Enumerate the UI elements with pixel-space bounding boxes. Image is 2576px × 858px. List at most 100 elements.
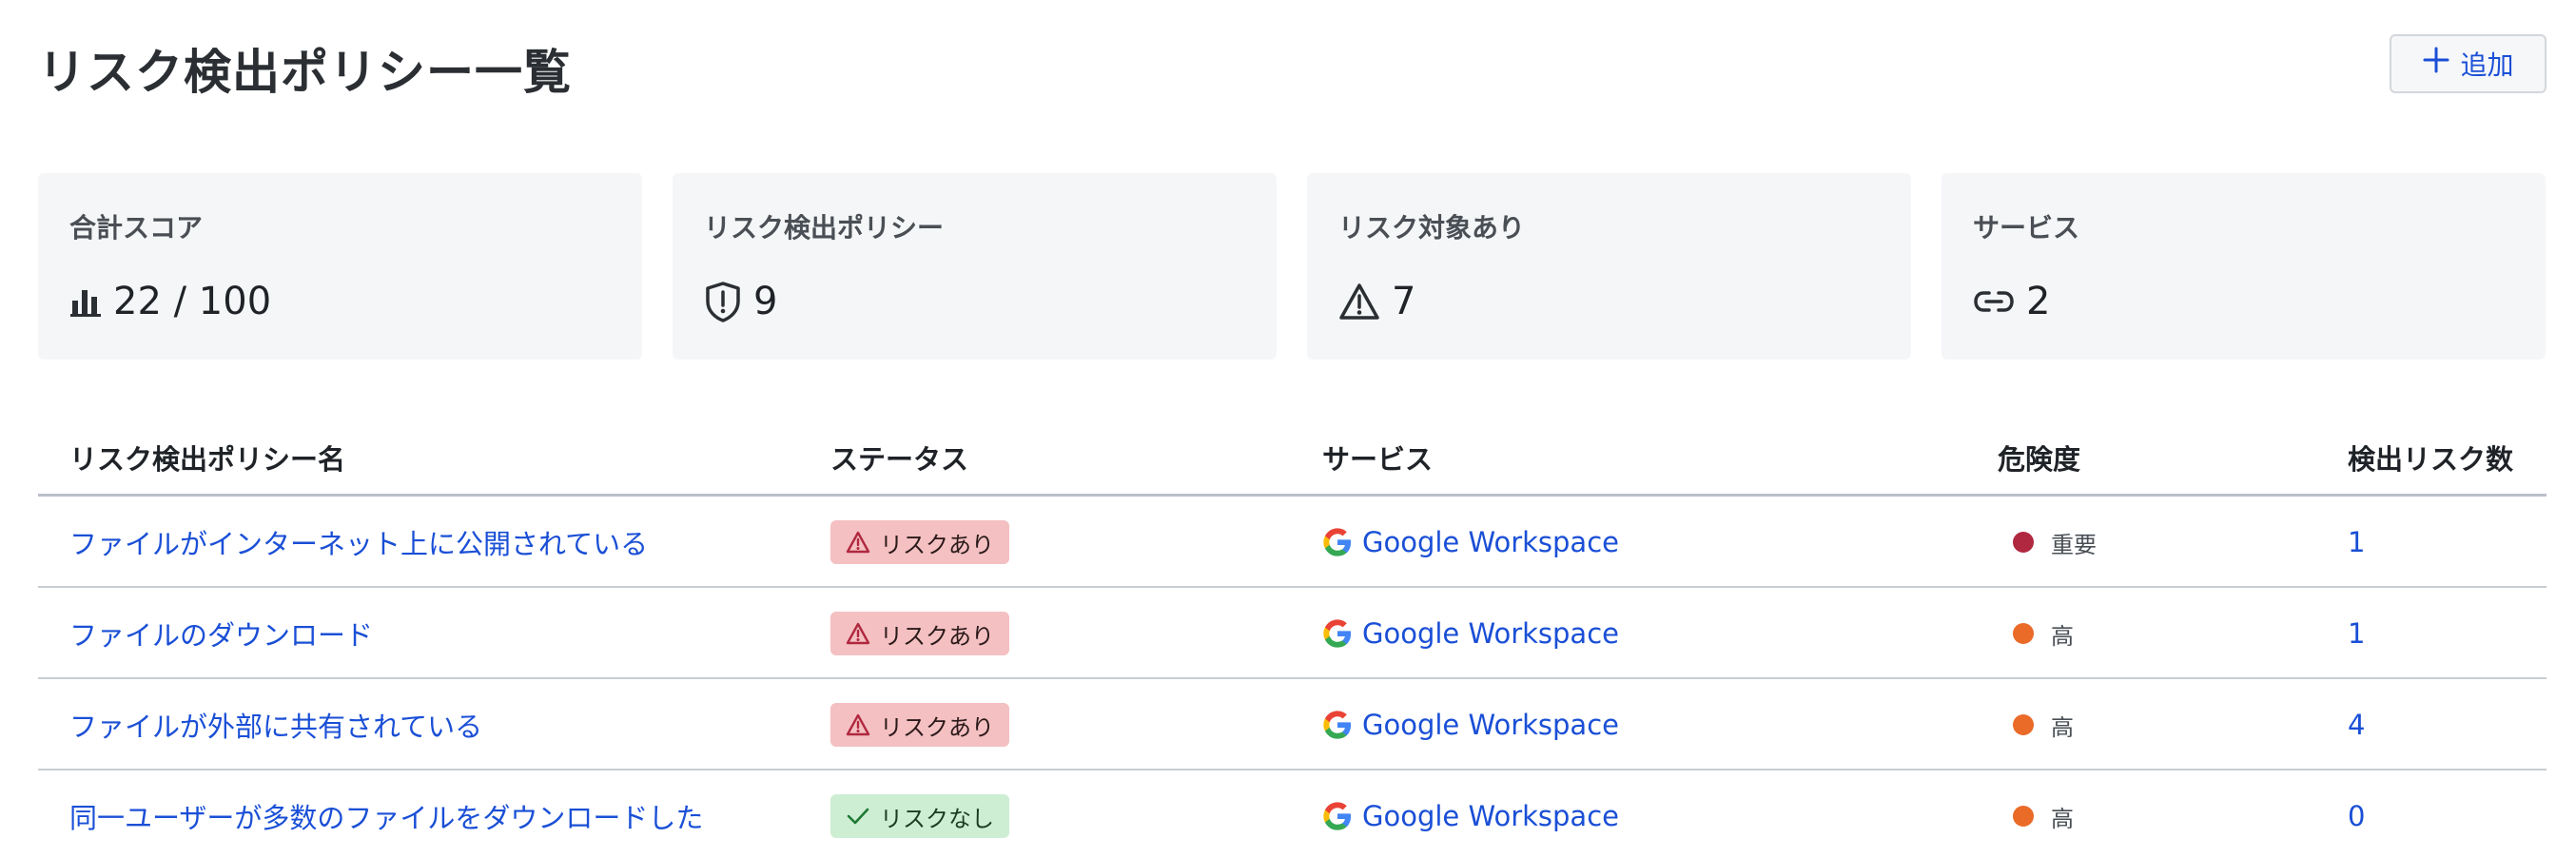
add-button[interactable]: 追加 (2390, 34, 2547, 93)
cell-name: 同一ユーザーが多数のファイルをダウンロードした (69, 770, 703, 858)
plus-icon (2422, 43, 2450, 81)
card-value: 22 / 100 (113, 280, 272, 323)
card-value-row: 7 (1338, 278, 1415, 325)
status-label: リスクなし (880, 805, 994, 832)
card-value: 2 (2026, 280, 2051, 323)
severity-dot (2013, 806, 2034, 827)
severity-dot (2013, 623, 2034, 644)
cell-risk-count: 4 (2348, 679, 2365, 770)
card-label: 合計スコア (69, 212, 204, 244)
cell-risk-count: 1 (2348, 588, 2365, 679)
service-link[interactable]: Google Workspace (1322, 800, 1619, 832)
service-link[interactable]: Google Workspace (1322, 526, 1619, 558)
status-badge: リスクあり (830, 520, 1009, 564)
google-icon (1323, 802, 1352, 830)
severity-dot (2013, 532, 2034, 553)
policy-name-link[interactable]: 同一ユーザーが多数のファイルをダウンロードした (69, 796, 703, 836)
risk-count-link[interactable]: 1 (2348, 526, 2365, 558)
service-name: Google Workspace (1362, 709, 1619, 741)
cell-name: ファイルが外部に共有されている (69, 679, 482, 770)
cell-name: ファイルのダウンロード (69, 588, 373, 679)
severity-label: 高 (2051, 622, 2074, 650)
status-badge: リスクあり (830, 612, 1009, 655)
column-header-name[interactable]: リスク検出ポリシー名 (69, 438, 345, 478)
status-badge: リスクあり (830, 703, 1009, 747)
service-name: Google Workspace (1362, 526, 1619, 558)
risk-count-link[interactable]: 4 (2348, 709, 2365, 741)
cell-service: Google Workspace (1322, 588, 1619, 679)
severity: 高 (2013, 800, 2074, 833)
page-title: リスク検出ポリシー一覧 (38, 45, 572, 100)
table-header: リスク検出ポリシー名 ステータス サービス 危険度 検出リスク数 (38, 409, 2547, 497)
severity: 高 (2013, 617, 2074, 651)
card-label: サービス (1973, 212, 2080, 244)
cell-severity: 高 (2013, 770, 2074, 858)
card-services: サービス 2 (1942, 173, 2546, 360)
table-row[interactable]: ファイルのダウンロード リスクあり Google Workspace 高 1 (38, 588, 2547, 679)
column-header-risk-count[interactable]: 検出リスク数 (2348, 438, 2513, 478)
cell-severity: 高 (2013, 588, 2074, 679)
card-value: 9 (753, 280, 778, 323)
card-risk-targets: リスク対象あり 7 (1307, 173, 1911, 360)
link-icon (1974, 291, 2014, 312)
cell-service: Google Workspace (1322, 770, 1619, 858)
policy-name-link[interactable]: ファイルが外部に共有されている (69, 705, 482, 745)
status-label: リスクあり (880, 713, 994, 741)
policy-name-link[interactable]: ファイルがインターネット上に公開されている (69, 522, 648, 562)
policy-table: リスク検出ポリシー名 ステータス サービス 危険度 検出リスク数 ファイルがイン… (38, 409, 2547, 858)
card-value-row: 2 (1973, 278, 2050, 325)
status-badge: リスクなし (830, 794, 1009, 838)
severity: 重要 (2013, 526, 2097, 559)
cell-severity: 重要 (2013, 497, 2097, 588)
google-icon (1323, 619, 1352, 648)
warning-icon (846, 622, 870, 645)
cell-status: リスクあり (830, 497, 1009, 588)
cell-risk-count: 0 (2348, 770, 2365, 858)
severity: 高 (2013, 709, 2074, 742)
policy-name-link[interactable]: ファイルのダウンロード (69, 614, 373, 653)
card-label: リスク検出ポリシー (704, 212, 945, 244)
cell-status: リスクあり (830, 679, 1009, 770)
severity-dot (2013, 714, 2034, 735)
warning-icon (846, 531, 870, 554)
cell-service: Google Workspace (1322, 497, 1619, 588)
table-row[interactable]: ファイルが外部に共有されている リスクあり Google Workspace 高 (38, 679, 2547, 770)
card-value-row: 22 / 100 (69, 278, 271, 325)
cell-status: リスクあり (830, 588, 1009, 679)
cell-severity: 高 (2013, 679, 2074, 770)
add-button-label: 追加 (2460, 49, 2514, 81)
warning-icon (846, 713, 870, 736)
shield-alert-icon (706, 282, 740, 322)
card-value-row: 9 (704, 278, 777, 325)
severity-label: 高 (2051, 713, 2074, 741)
risk-count-link[interactable]: 0 (2348, 800, 2365, 832)
status-label: リスクあり (880, 531, 994, 558)
severity-label: 高 (2051, 805, 2074, 832)
column-header-service[interactable]: サービス (1322, 438, 1433, 478)
card-policies: リスク検出ポリシー 9 (673, 173, 1277, 360)
service-name: Google Workspace (1362, 800, 1619, 832)
table-row[interactable]: 同一ユーザーが多数のファイルをダウンロードした リスクなし Google Wor… (38, 770, 2547, 858)
risk-count-link[interactable]: 1 (2348, 617, 2365, 650)
summary-cards: 合計スコア 22 / 100 リスク検出ポリシー 9 リスク対象あり 7 サービ… (38, 173, 2547, 360)
column-header-status[interactable]: ステータス (830, 438, 968, 478)
card-total-score: 合計スコア 22 / 100 (38, 173, 642, 360)
cell-service: Google Workspace (1322, 679, 1619, 770)
bar-chart-icon (70, 290, 101, 317)
service-link[interactable]: Google Workspace (1322, 709, 1619, 741)
cell-risk-count: 1 (2348, 497, 2365, 588)
table-body: ファイルがインターネット上に公開されている リスクあり Google Works… (38, 497, 2547, 858)
service-link[interactable]: Google Workspace (1322, 617, 1619, 650)
check-icon (847, 808, 869, 825)
google-icon (1323, 528, 1352, 556)
table-row[interactable]: ファイルがインターネット上に公開されている リスクあり Google Works… (38, 497, 2547, 588)
cell-status: リスクなし (830, 770, 1009, 858)
severity-label: 重要 (2051, 531, 2097, 558)
warning-triangle-icon (1339, 283, 1379, 320)
card-label: リスク対象あり (1338, 212, 1526, 244)
page: リスク検出ポリシー一覧 追加 合計スコア 22 / 100 リスク検出ポリシー (0, 0, 2576, 858)
google-icon (1323, 711, 1352, 739)
column-header-severity[interactable]: 危険度 (1998, 438, 2080, 478)
status-label: リスクあり (880, 622, 994, 650)
service-name: Google Workspace (1362, 617, 1619, 650)
